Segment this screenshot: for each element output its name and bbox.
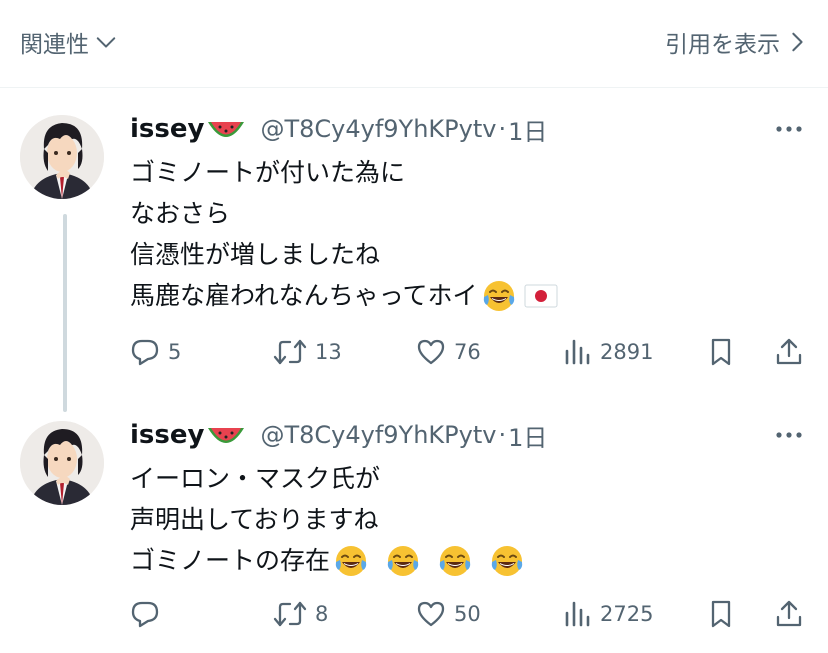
tweet-text-line: ゴミノートが付いた為に [130,158,406,187]
repost-icon [273,339,307,365]
display-name[interactable]: issey [130,114,204,144]
tweet-text-line: なおさら [130,199,231,228]
tweet-actions: 5 13 76 2891 [130,334,810,370]
bookmark-icon [711,600,731,628]
reply-tweet[interactable]: issey @T8Cy4yf9YhKPytv · 1日 ゴミノートが付いた為に … [0,112,828,372]
user-handle[interactable]: @T8Cy4yf9YhKPytv [260,115,496,143]
tears-of-joy-icon [438,544,472,578]
tweet-text-segment: 馬鹿な雇われなんちゃってホイ [130,281,478,310]
repost-button[interactable]: 8 [273,596,328,632]
chevron-down-icon [96,37,116,48]
avatar-image [20,421,104,505]
tears-of-joy-icon [490,544,524,578]
avatar[interactable] [20,115,104,199]
repost-count: 8 [315,602,329,626]
bookmark-icon [711,338,731,366]
user-handle[interactable]: @T8Cy4yf9YhKPytv [260,421,496,449]
repost-count: 13 [315,340,342,364]
sort-relevance-button[interactable]: 関連性 [20,26,117,58]
repost-button[interactable]: 13 [273,334,342,370]
separator-dot: · [498,421,507,449]
bookmark-button[interactable] [706,334,736,370]
tweet-text-line: ゴミノートの存在 [130,540,524,581]
more-options-button[interactable] [774,120,804,138]
views-button[interactable]: 2891 [562,334,653,370]
watermelon-icon [206,420,246,450]
heart-icon [417,339,445,365]
views-button[interactable]: 2725 [562,596,653,632]
tears-of-joy-icon [482,279,516,313]
conversation-header: 関連性 引用を表示 [0,0,828,88]
reply-button[interactable]: 5 [130,334,181,370]
more-options-button[interactable] [774,426,804,444]
japan-flag-icon [524,284,558,308]
tears-of-joy-icon [334,544,368,578]
views-icon [565,601,590,627]
tweet-text-line: 声明出しておりますね [130,505,379,534]
reply-count: 5 [168,340,182,364]
tweet-text-segment: ゴミノートの存在 [130,546,331,575]
reply-icon [131,601,159,628]
watermelon-icon [206,114,246,144]
share-icon [776,600,802,627]
separator-dot: · [498,115,507,143]
tears-of-joy-icon [386,544,420,578]
reply-button[interactable] [130,596,168,632]
tweet-text: イーロン・マスク氏が 声明出しておりますね ゴミノートの存在 [130,458,524,581]
like-button[interactable]: 76 [416,334,481,370]
sort-label: 関連性 [20,32,89,58]
chevron-right-icon [792,32,803,52]
avatar[interactable] [20,421,104,505]
view-quotes-label: 引用を表示 [665,32,780,58]
display-name[interactable]: issey [130,420,204,450]
tweet-actions: 8 50 2725 [130,596,810,632]
share-button[interactable] [774,334,804,370]
views-icon [565,339,590,365]
more-horizontal-icon [776,126,802,132]
tweet-text-line: イーロン・マスク氏が [130,464,381,493]
reply-tweet[interactable]: issey @T8Cy4yf9YhKPytv · 1日 イーロン・マスク氏が 声… [0,418,828,638]
share-icon [776,338,802,365]
share-button[interactable] [774,596,804,632]
repost-icon [273,601,307,627]
bookmark-button[interactable] [706,596,736,632]
heart-icon [417,601,445,627]
tweet-header: issey @T8Cy4yf9YhKPytv · 1日 [130,112,547,146]
view-quotes-link[interactable]: 引用を表示 [665,26,806,58]
tweet-text: ゴミノートが付いた為に なおさら 信憑性が増しましたね 馬鹿な雇われなんちゃって… [130,152,558,316]
reply-icon [131,339,159,366]
like-count: 76 [454,340,481,364]
more-horizontal-icon [776,432,802,438]
views-count: 2891 [600,340,654,364]
like-button[interactable]: 50 [416,596,481,632]
avatar-image [20,115,104,199]
tweet-header: issey @T8Cy4yf9YhKPytv · 1日 [130,418,547,452]
like-count: 50 [454,602,481,626]
tweet-text-line: 馬鹿な雇われなんちゃってホイ [130,275,558,316]
tweet-timestamp[interactable]: 1日 [508,418,547,453]
tweet-text-line: 信憑性が増しましたね [130,240,381,269]
tweet-timestamp[interactable]: 1日 [508,112,547,147]
views-count: 2725 [600,602,654,626]
